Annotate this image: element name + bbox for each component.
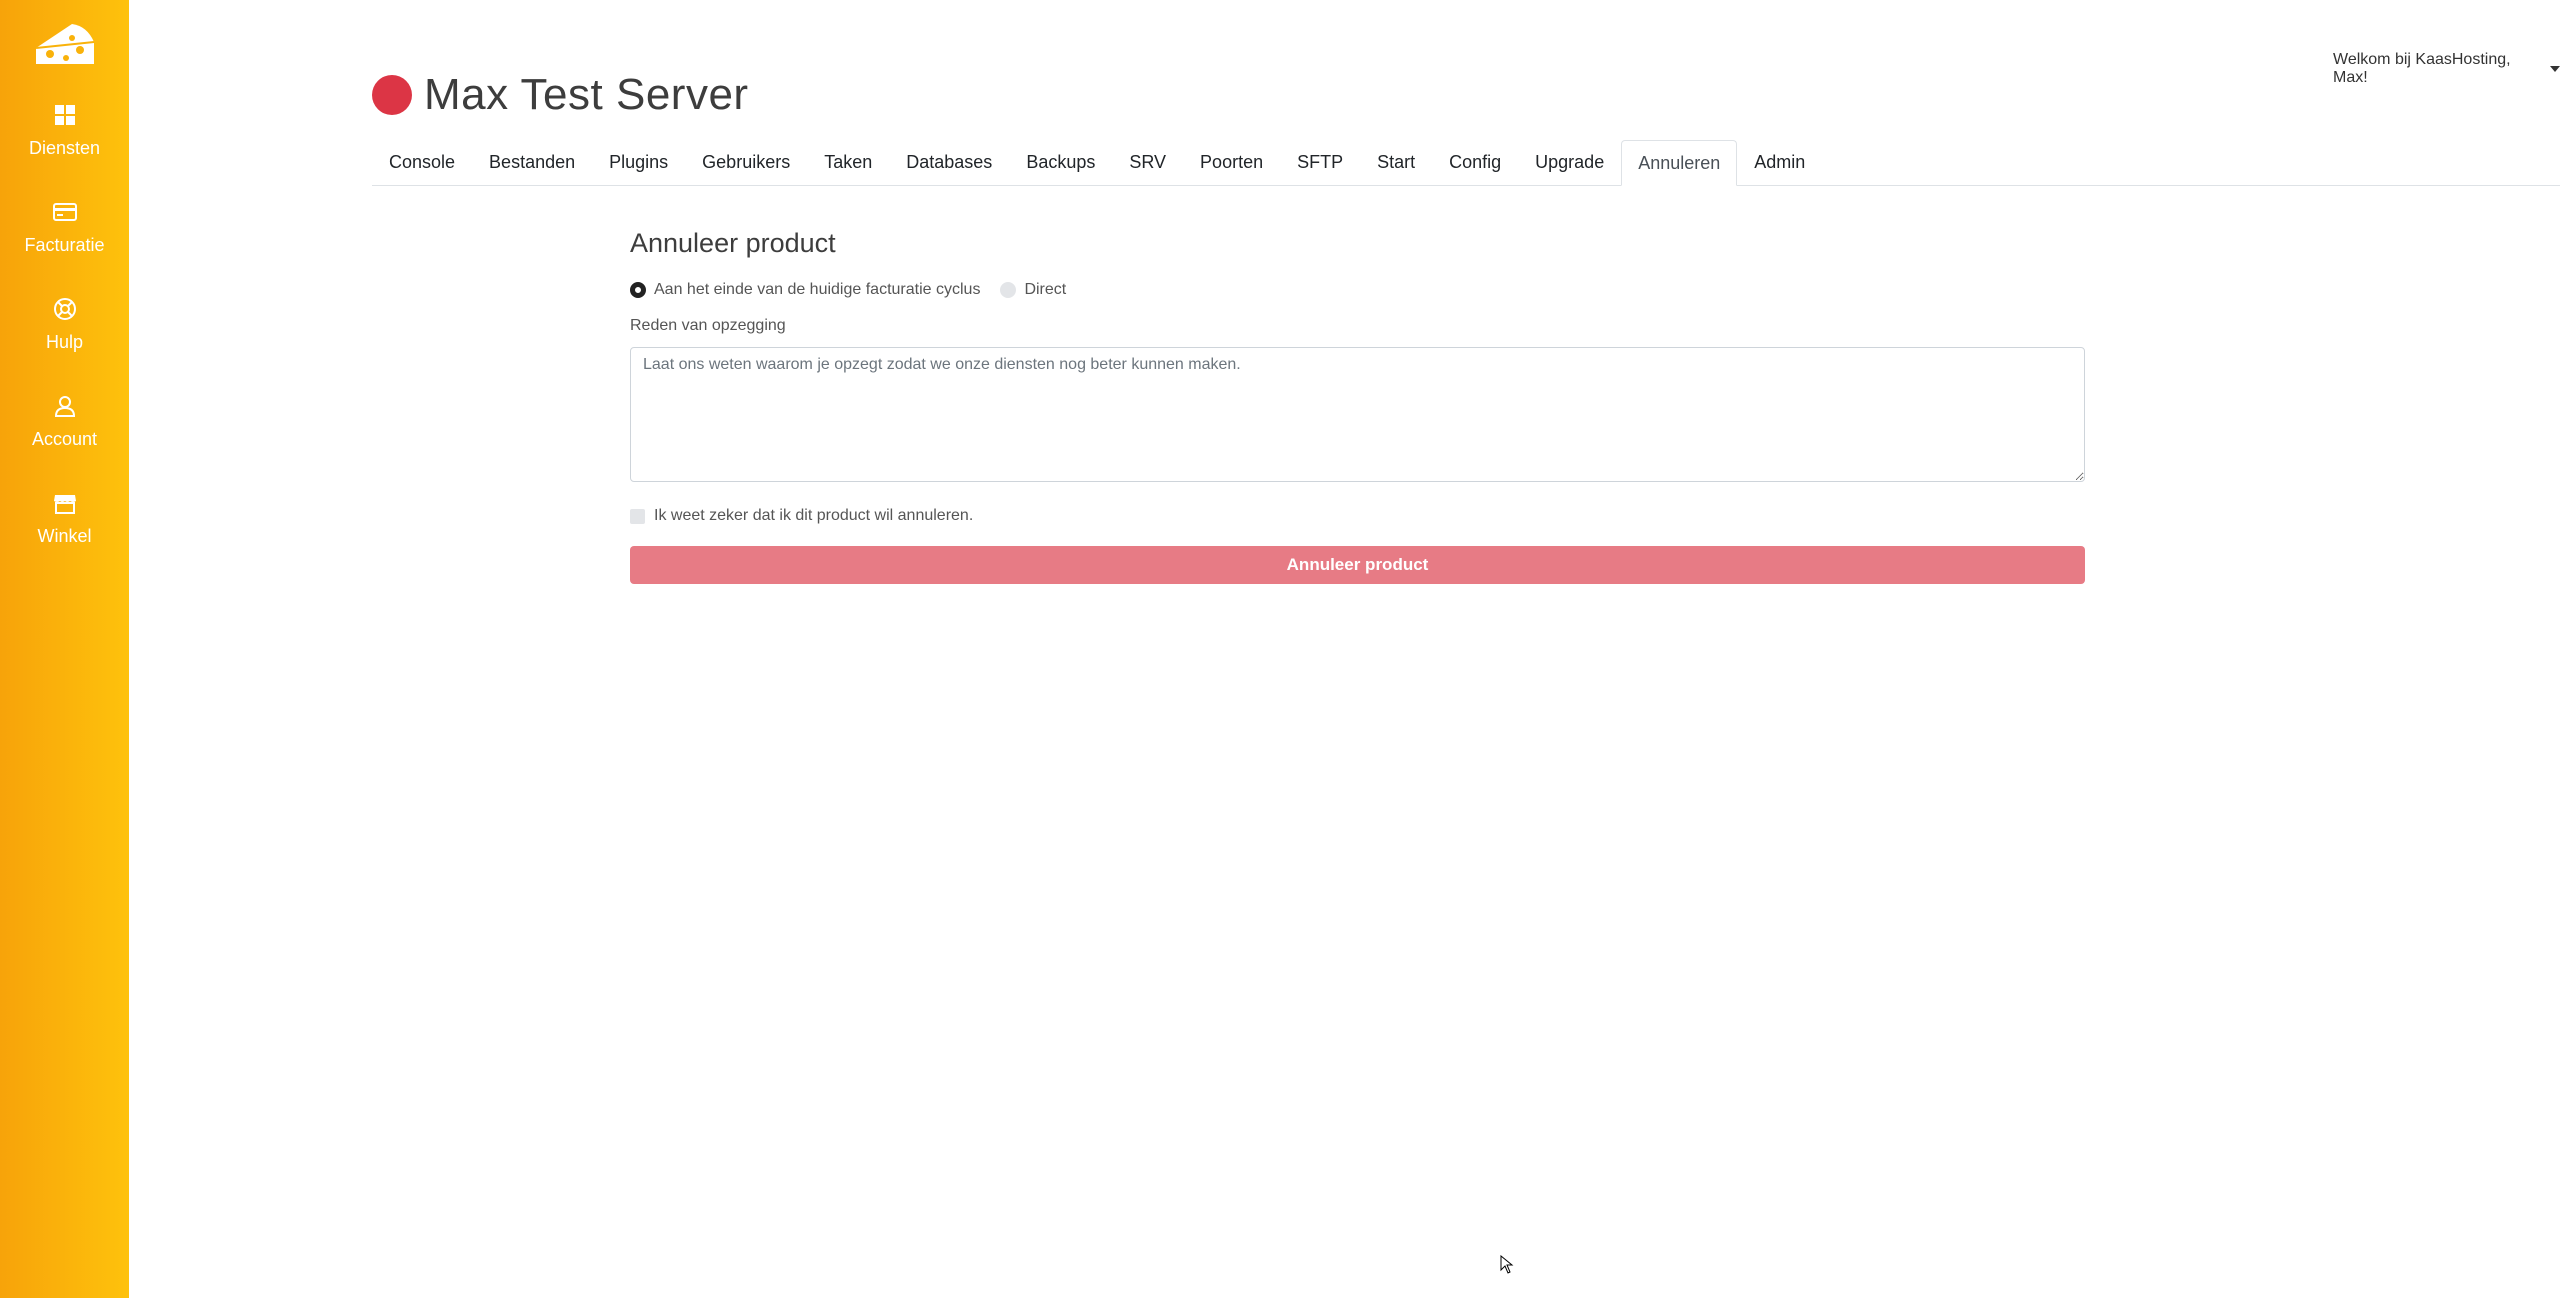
tab-plugins[interactable]: Plugins bbox=[592, 140, 685, 185]
sidebar-item-label: Facturatie bbox=[24, 235, 105, 255]
page-header: Max Test Server bbox=[372, 70, 749, 120]
sidebar-item-hulp[interactable]: Hulp bbox=[0, 296, 129, 393]
sidebar: Diensten Facturatie Hulp Account Winkel bbox=[0, 0, 129, 1298]
radio-end-of-cycle[interactable] bbox=[630, 282, 646, 298]
cancel-product-button[interactable]: Annuleer product bbox=[630, 546, 2085, 584]
server-tabs: Console Bestanden Plugins Gebruikers Tak… bbox=[372, 140, 2560, 186]
main-content: Welkom bij KaasHosting, Max! Max Test Se… bbox=[129, 0, 2560, 1298]
tab-annuleren[interactable]: Annuleren bbox=[1621, 140, 1738, 186]
sidebar-item-facturatie[interactable]: Facturatie bbox=[0, 199, 129, 296]
tab-backups[interactable]: Backups bbox=[1009, 140, 1112, 185]
confirm-checkbox[interactable] bbox=[630, 508, 645, 524]
tab-start[interactable]: Start bbox=[1360, 140, 1432, 185]
form-title: Annuleer product bbox=[630, 228, 836, 258]
reason-label: Reden van opzegging bbox=[630, 317, 786, 334]
tab-sftp[interactable]: SFTP bbox=[1280, 140, 1360, 185]
cheese-logo-icon[interactable] bbox=[32, 18, 98, 72]
sidebar-item-winkel[interactable]: Winkel bbox=[0, 490, 129, 587]
radio-direct[interactable] bbox=[1000, 282, 1017, 298]
user-menu-label: Welkom bij KaasHosting, Max! bbox=[2333, 51, 2511, 86]
lifebuoy-icon bbox=[53, 298, 76, 320]
tab-taken[interactable]: Taken bbox=[807, 140, 889, 185]
tab-upgrade[interactable]: Upgrade bbox=[1518, 140, 1621, 185]
cancel-timing-options: Aan het einde van de huidige facturatie … bbox=[630, 281, 2085, 299]
sidebar-item-account[interactable]: Account bbox=[0, 393, 129, 490]
store-icon bbox=[53, 495, 76, 514]
reason-textarea[interactable] bbox=[630, 347, 2085, 482]
page-title: Max Test Server bbox=[424, 70, 749, 119]
tab-srv[interactable]: SRV bbox=[1112, 140, 1183, 185]
sidebar-item-label: Winkel bbox=[37, 526, 92, 546]
tab-admin[interactable]: Admin bbox=[1737, 140, 1822, 185]
sidebar-item-diensten[interactable]: Diensten bbox=[0, 102, 129, 199]
tab-databases[interactable]: Databases bbox=[889, 140, 1009, 185]
tab-poorten[interactable]: Poorten bbox=[1183, 140, 1280, 185]
cancel-product-form: Annuleer product Aan het einde van de hu… bbox=[630, 228, 2085, 584]
grid-icon bbox=[54, 105, 75, 125]
status-indicator-icon bbox=[372, 75, 412, 115]
sidebar-item-label: Diensten bbox=[28, 138, 101, 158]
user-menu-dropdown[interactable]: Welkom bij KaasHosting, Max! bbox=[2333, 51, 2560, 87]
credit-card-icon bbox=[52, 203, 77, 221]
caret-down-icon bbox=[2550, 66, 2560, 72]
tab-gebruikers[interactable]: Gebruikers bbox=[685, 140, 807, 185]
confirm-row: Ik weet zeker dat ik dit product wil ann… bbox=[630, 507, 2085, 525]
sidebar-item-label: Account bbox=[31, 429, 98, 449]
sidebar-item-label: Hulp bbox=[45, 332, 84, 352]
tab-console[interactable]: Console bbox=[372, 140, 472, 185]
confirm-label[interactable]: Ik weet zeker dat ik dit product wil ann… bbox=[654, 507, 973, 525]
radio-end-of-cycle-label[interactable]: Aan het einde van de huidige facturatie … bbox=[654, 281, 980, 299]
tab-config[interactable]: Config bbox=[1432, 140, 1518, 185]
tab-bestanden[interactable]: Bestanden bbox=[472, 140, 592, 185]
radio-direct-label[interactable]: Direct bbox=[1024, 281, 1066, 299]
mouse-cursor-icon bbox=[1500, 1255, 1514, 1274]
user-icon bbox=[54, 396, 75, 417]
